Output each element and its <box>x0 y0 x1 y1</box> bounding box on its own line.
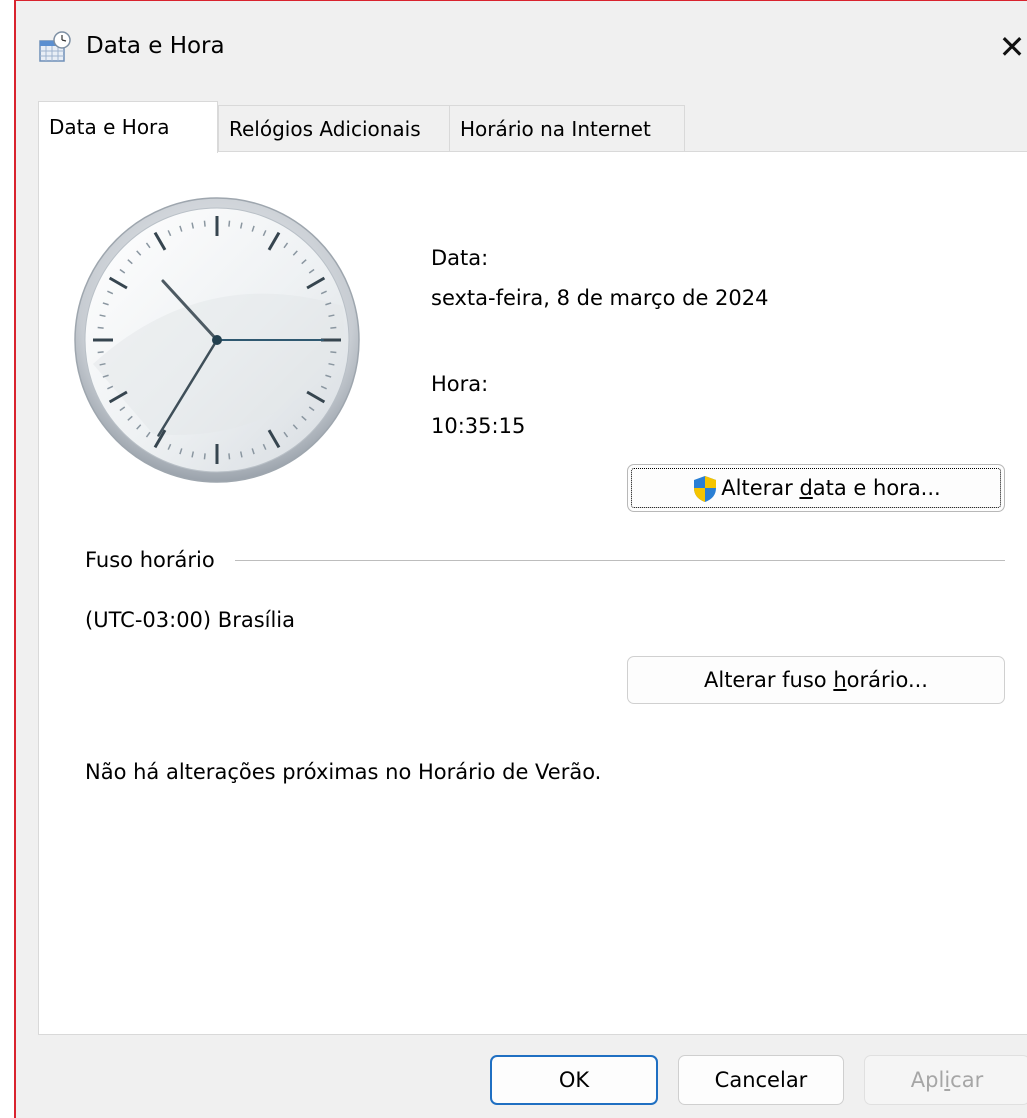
change-timezone-button[interactable]: Alterar fuso horário... <box>627 656 1005 704</box>
minute-tick <box>97 351 104 354</box>
window-title: Data e Hora <box>86 33 225 59</box>
minute-tick <box>228 220 231 227</box>
minute-tick <box>97 326 104 329</box>
tab-additional-clocks[interactable]: Relógios Adicionais <box>218 105 450 151</box>
clock-center-pin <box>212 335 222 345</box>
minute-tick <box>330 351 337 354</box>
ok-button[interactable]: OK <box>490 1055 658 1105</box>
timezone-group-label: Fuso horário <box>85 548 215 572</box>
tab-internet-time[interactable]: Horário na Internet <box>449 105 685 151</box>
timezone-value: (UTC-03:00) Brasília <box>85 608 296 632</box>
change-date-time-button[interactable]: Alterar data e hora... <box>627 464 1005 512</box>
date-label: Data: <box>431 246 489 270</box>
change-timezone-label: Alterar fuso horário... <box>704 668 928 692</box>
group-separator <box>235 560 1005 561</box>
apply-button[interactable]: Aplicar <box>864 1055 1027 1105</box>
title-bar: Data e Hora ✕ <box>16 1 1027 93</box>
minute-tick <box>203 453 206 460</box>
date-time-dialog: Data e Hora ✕ Data e Hora Relógios Adici… <box>14 0 1027 1118</box>
clock-face <box>74 197 360 483</box>
minute-tick <box>330 326 337 329</box>
minute-tick <box>203 220 206 227</box>
close-icon: ✕ <box>998 28 1026 66</box>
analog-clock <box>73 194 371 492</box>
dst-note: Não há alterações próximas no Horário de… <box>85 760 602 784</box>
minute-tick <box>228 453 231 460</box>
calendar-clock-icon <box>39 31 71 62</box>
time-value: 10:35:15 <box>431 414 526 438</box>
cancel-button[interactable]: Cancelar <box>678 1055 844 1105</box>
close-button[interactable]: ✕ <box>995 27 1027 67</box>
date-value: sexta-feira, 8 de março de 2024 <box>431 286 769 310</box>
focus-ring <box>631 468 1001 508</box>
tab-date-time[interactable]: Data e Hora <box>38 101 218 153</box>
time-label: Hora: <box>431 372 489 396</box>
tab-panel-date-time: Data: sexta-feira, 8 de março de 2024 Ho… <box>38 151 1027 1035</box>
